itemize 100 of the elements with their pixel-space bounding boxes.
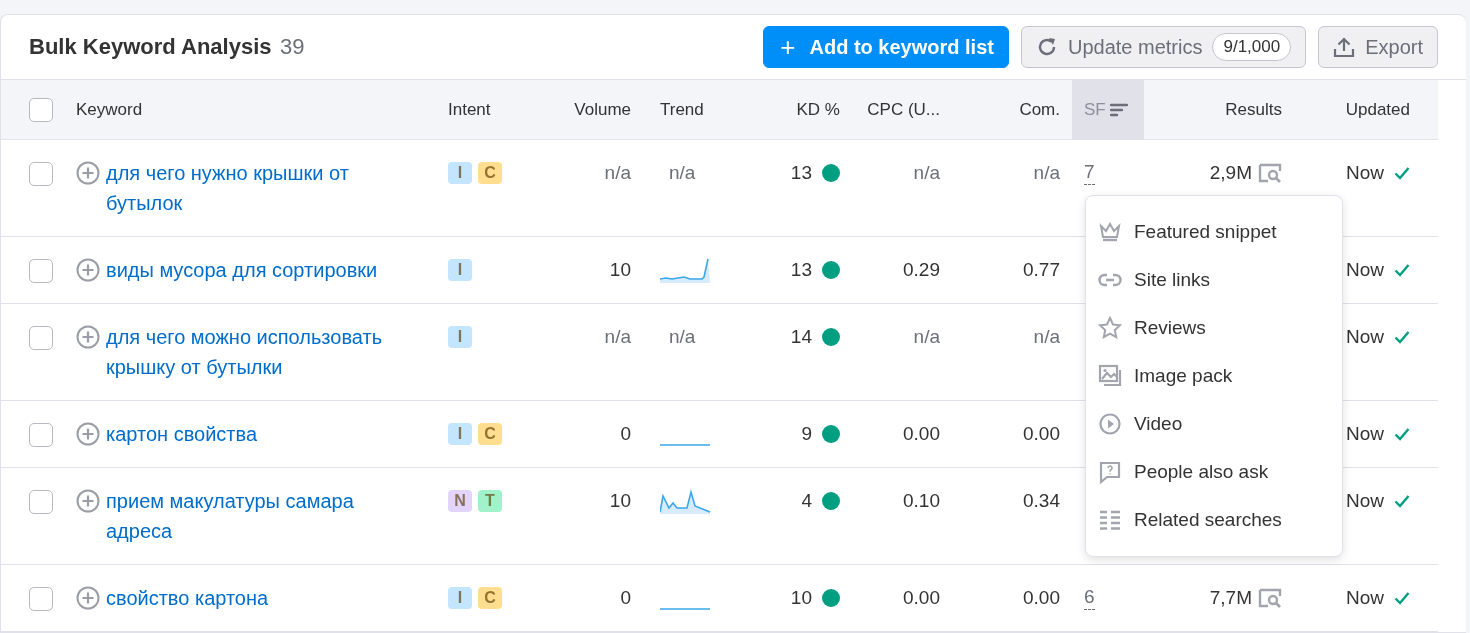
- kd-value: 4: [801, 489, 812, 513]
- cpc-value: n/a: [913, 325, 940, 349]
- crown-icon: [1098, 220, 1122, 244]
- updated-value: Now: [1346, 258, 1384, 282]
- column-header[interactable]: Com.: [940, 80, 1072, 140]
- kd-value: 10: [790, 586, 812, 610]
- trend-sparkline: [660, 608, 712, 610]
- update-metrics-button[interactable]: Update metrics 9/1,000: [1020, 26, 1307, 68]
- list-icon: [1098, 508, 1122, 532]
- cpc-value: 0.10: [903, 489, 940, 513]
- usage-badge: 9/1,000: [1212, 33, 1292, 61]
- competition-value: n/a: [1033, 161, 1060, 185]
- updated-value: Now: [1346, 489, 1384, 513]
- column-header[interactable]: CPC (U...: [840, 80, 940, 140]
- kd-value: 14: [790, 325, 812, 349]
- cpc-value: 0.29: [903, 258, 940, 282]
- play-icon: [1098, 412, 1122, 436]
- competition-value: n/a: [1033, 325, 1060, 349]
- serp-feature-item[interactable]: Image pack: [1134, 365, 1233, 387]
- column-header[interactable]: Results: [1144, 80, 1282, 140]
- check-icon: [1394, 263, 1410, 277]
- intent-tag: C: [478, 423, 502, 445]
- keyword-link[interactable]: для чего нужно крышки от бутылок: [106, 158, 391, 218]
- column-header[interactable]: Volume: [548, 80, 631, 140]
- results-value: 7,7M: [1209, 586, 1252, 610]
- keyword-link[interactable]: картон свойства: [106, 419, 391, 449]
- row-checkbox[interactable]: [29, 490, 53, 514]
- serp-feature-item[interactable]: Video: [1134, 413, 1183, 435]
- volume-value: 0: [620, 586, 631, 610]
- volume-value: 10: [609, 489, 631, 513]
- column-header[interactable]: Keyword: [76, 80, 448, 140]
- intent-tag: C: [478, 162, 502, 184]
- serp-features-count[interactable]: 7: [1084, 160, 1095, 185]
- row-checkbox[interactable]: [29, 326, 53, 350]
- keyword-link[interactable]: для чего можно использовать крышку от бутылки: [106, 322, 391, 382]
- intent-tag: C: [478, 587, 502, 609]
- trend-sparkline: [660, 257, 712, 283]
- cpc-value: 0.00: [903, 586, 940, 610]
- intent-tag: I: [448, 423, 472, 445]
- intent-tag: I: [448, 587, 472, 609]
- row-checkbox[interactable]: [29, 162, 53, 186]
- competition-value: 0.00: [1023, 586, 1060, 610]
- column-header[interactable]: KD %: [741, 80, 840, 140]
- keyword-link[interactable]: виды мусора для сортировки: [106, 255, 391, 285]
- competition-value: 0.00: [1023, 422, 1060, 446]
- add-circle-icon[interactable]: [76, 325, 100, 349]
- keyword-link[interactable]: прием макулатуры самара адреса: [106, 486, 391, 546]
- trend-value: n/a: [668, 325, 696, 349]
- keyword-count: 39: [279, 34, 305, 59]
- intent-tag: I: [448, 162, 472, 184]
- serp-feature-item[interactable]: People also ask: [1134, 461, 1269, 483]
- kd-value: 13: [790, 258, 812, 282]
- serp-feature-item[interactable]: Related searches: [1134, 509, 1282, 531]
- add-circle-icon[interactable]: [76, 161, 100, 185]
- page-title: Bulk Keyword Analysis: [29, 34, 272, 59]
- serp-feature-item[interactable]: Reviews: [1134, 317, 1206, 339]
- add-circle-icon[interactable]: [76, 422, 100, 446]
- intent-tag: N: [448, 490, 472, 512]
- updated-value: Now: [1346, 586, 1384, 610]
- upload-icon: [1333, 36, 1356, 58]
- trend-sparkline: [660, 444, 712, 446]
- intent-tag: I: [448, 259, 472, 281]
- volume-value: n/a: [604, 161, 631, 185]
- serp-preview-icon[interactable]: [1258, 588, 1282, 608]
- check-icon: [1394, 166, 1410, 180]
- select-all-checkbox[interactable]: [29, 97, 53, 122]
- keyword-link[interactable]: свойство картона: [106, 583, 391, 613]
- volume-value: 0: [620, 422, 631, 446]
- check-icon: [1394, 494, 1410, 508]
- updated-value: Now: [1346, 161, 1384, 185]
- column-header[interactable]: Updated: [1282, 80, 1438, 140]
- updated-value: Now: [1346, 325, 1384, 349]
- add-circle-icon[interactable]: [76, 586, 100, 610]
- kd-value: 9: [801, 422, 812, 446]
- export-button[interactable]: Export: [1318, 26, 1438, 68]
- intent-tag: T: [478, 490, 502, 512]
- competition-value: 0.34: [1023, 489, 1060, 513]
- volume-value: 10: [609, 258, 631, 282]
- star-icon: [1098, 316, 1122, 340]
- competition-value: 0.77: [1023, 258, 1060, 282]
- row-checkbox[interactable]: [29, 259, 53, 283]
- row-checkbox[interactable]: [29, 423, 53, 447]
- serp-feature-item[interactable]: Featured snippet: [1134, 221, 1277, 243]
- kd-value: 13: [790, 161, 812, 185]
- serp-feature-item[interactable]: Site links: [1134, 269, 1211, 291]
- image-icon: [1098, 364, 1122, 388]
- serp-preview-icon[interactable]: [1258, 163, 1282, 183]
- serp-features-count[interactable]: 6: [1084, 585, 1095, 610]
- check-icon: [1394, 427, 1410, 441]
- add-circle-icon[interactable]: [76, 258, 100, 282]
- row-checkbox[interactable]: [29, 587, 53, 611]
- sort-icon: [1109, 102, 1128, 117]
- column-header[interactable]: Intent: [448, 80, 548, 140]
- add-circle-icon[interactable]: [76, 489, 100, 513]
- updated-value: Now: [1346, 422, 1384, 446]
- volume-value: n/a: [604, 325, 631, 349]
- intent-tag: I: [448, 326, 472, 348]
- cpc-value: n/a: [913, 161, 940, 185]
- results-value: 2,9M: [1209, 161, 1252, 185]
- column-header[interactable]: Trend: [631, 80, 741, 140]
